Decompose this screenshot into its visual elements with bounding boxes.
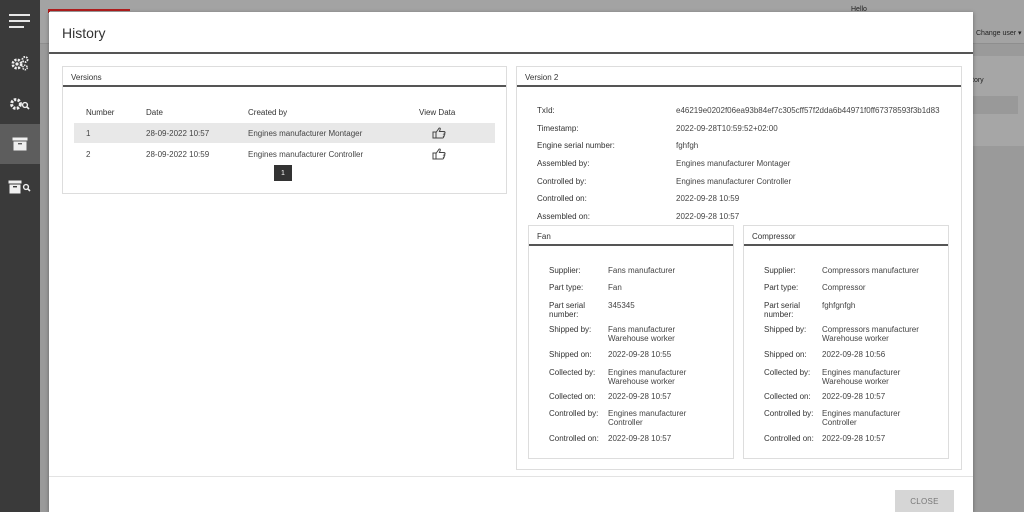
field-value: 2022-09-28 10:57 — [676, 212, 740, 221]
fan-panel: Fan Supplier: Fans manufacturer Part typ… — [528, 225, 734, 459]
field-label: Shipped by: — [549, 325, 592, 334]
field-label: Collected by: — [549, 368, 596, 377]
field-value: Compressor — [822, 283, 866, 292]
column-header-created-by: Created by — [248, 108, 288, 117]
field-label: Collected by: — [764, 368, 811, 377]
field-label: Controlled by: — [537, 177, 587, 186]
field-value: fghfgnfgh — [822, 301, 856, 310]
field-label: Shipped on: — [549, 350, 592, 359]
field-label: Controlled by: — [549, 409, 599, 418]
field-value: 2022-09-28 10:55 — [608, 350, 672, 359]
versions-panel-title: Versions — [63, 67, 506, 87]
field-value: 2022-09-28 10:57 — [822, 392, 886, 401]
field-label: Timestamp: — [537, 124, 579, 133]
archive-icon — [12, 137, 28, 151]
sidebar-item-archive-search[interactable] — [0, 168, 40, 206]
row-created-by: Engines manufacturer Controller — [248, 150, 364, 159]
field-label: Engine serial number: — [537, 141, 615, 150]
field-label: Collected on: — [764, 392, 811, 401]
field-value: Engines manufacturer Warehouse worker — [822, 368, 901, 386]
column-header-number: Number — [86, 108, 115, 117]
fan-panel-title: Fan — [529, 226, 733, 246]
row-date: 28-09-2022 10:57 — [146, 129, 210, 138]
field-value: Fans manufacturer Warehouse worker — [608, 325, 676, 343]
archive-search-icon — [8, 180, 31, 194]
version-detail-title: Version 2 — [517, 67, 961, 87]
field-value: fghfgh — [676, 141, 699, 150]
field-value: 2022-09-28T10:59:52+02:00 — [676, 124, 778, 133]
field-label: Part type: — [764, 283, 799, 292]
background-card-bar — [972, 96, 1018, 114]
field-label: Shipped by: — [764, 325, 807, 334]
field-label: Part serial number: — [549, 301, 586, 319]
modal-title-divider — [49, 52, 973, 54]
gears-icon — [11, 56, 29, 71]
view-data-icon[interactable] — [432, 148, 446, 160]
field-value: 345345 — [608, 301, 635, 310]
gear-search-icon — [10, 98, 30, 110]
sidebar — [0, 0, 40, 512]
sidebar-item-gear-search[interactable] — [0, 85, 40, 123]
version-detail-panel: Version 2 TxId: e46219e0202f06ea93b84ef7… — [516, 66, 962, 470]
column-header-date: Date — [146, 108, 163, 117]
pagination-page-1[interactable]: 1 — [274, 165, 292, 181]
background-card-text: tory — [972, 77, 984, 84]
field-value: 2022-09-28 10:57 — [608, 392, 672, 401]
field-label: Supplier: — [764, 266, 796, 275]
field-value: Engines manufacturer Montager — [676, 159, 791, 168]
field-value: Engines manufacturer Controller — [608, 409, 687, 427]
modal-title: History — [62, 25, 106, 41]
field-value: Fans manufacturer — [608, 266, 676, 275]
field-label: Controlled on: — [549, 434, 599, 443]
history-modal: History Versions Number Date Created by … — [49, 12, 973, 512]
field-label: Part type: — [549, 283, 584, 292]
field-label: Supplier: — [549, 266, 581, 275]
menu-button[interactable] — [0, 2, 40, 40]
change-user-menu[interactable]: Change user ▾ — [976, 29, 1022, 37]
field-value: Engines manufacturer Controller — [822, 409, 901, 427]
view-data-icon[interactable] — [432, 127, 446, 139]
table-row[interactable]: 1 28-09-2022 10:57 Engines manufacturer … — [74, 123, 495, 143]
field-label: Assembled on: — [537, 212, 590, 221]
menu-icon — [9, 14, 30, 28]
compressor-panel-title: Compressor — [744, 226, 948, 246]
field-value: 2022-09-28 10:57 — [822, 434, 886, 443]
field-label: Collected on: — [549, 392, 596, 401]
field-value: 2022-09-28 10:57 — [608, 434, 672, 443]
row-created-by: Engines manufacturer Montager — [248, 129, 363, 138]
field-label: Controlled on: — [764, 434, 814, 443]
field-value: Compressors manufacturer — [822, 266, 919, 275]
row-number: 1 — [86, 129, 91, 138]
field-label: TxId: — [537, 106, 555, 115]
field-value: e46219e0202f06ea93b84ef7c305cff57f2dda6b… — [676, 106, 940, 115]
field-value: Engines manufacturer Controller — [676, 177, 792, 186]
table-row[interactable]: 2 28-09-2022 10:59 Engines manufacturer … — [74, 144, 495, 164]
close-button[interactable]: CLOSE — [895, 490, 954, 512]
row-number: 2 — [86, 150, 91, 159]
field-value: 2022-09-28 10:59 — [676, 194, 740, 203]
column-header-view-data: View Data — [419, 108, 456, 117]
field-label: Controlled on: — [537, 194, 587, 203]
field-value: 2022-09-28 10:56 — [822, 350, 886, 359]
field-value: Fan — [608, 283, 622, 292]
field-label: Shipped on: — [764, 350, 807, 359]
versions-panel: Versions Number Date Created by View Dat… — [62, 66, 507, 194]
modal-footer-divider — [49, 476, 973, 477]
field-value: Compressors manufacturer Warehouse worke… — [822, 325, 919, 343]
row-date: 28-09-2022 10:59 — [146, 150, 210, 159]
field-label: Part serial number: — [764, 301, 801, 319]
compressor-panel: Compressor Supplier: Compressors manufac… — [743, 225, 949, 459]
field-label: Controlled by: — [764, 409, 814, 418]
sidebar-item-gears[interactable] — [0, 44, 40, 82]
sidebar-item-archive[interactable] — [0, 124, 40, 164]
field-label: Assembled by: — [537, 159, 590, 168]
field-value: Engines manufacturer Warehouse worker — [608, 368, 687, 386]
